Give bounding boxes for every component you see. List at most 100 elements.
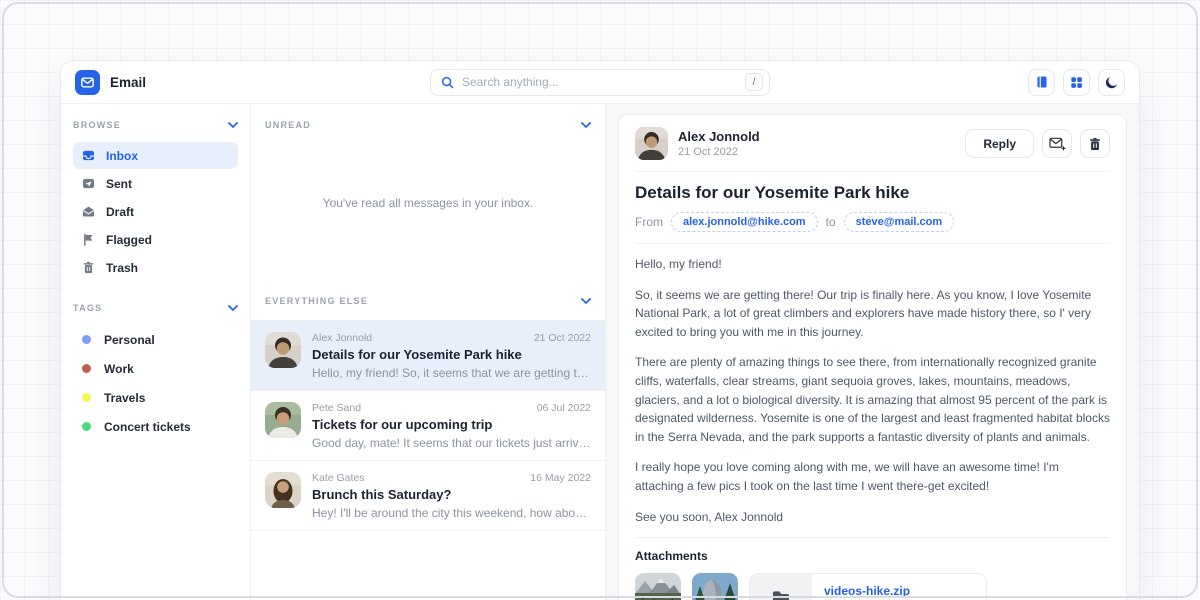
email-detail-card: Alex Jonnold 21 Oct 2022 Reply [618,114,1127,600]
sidebar-item-draft[interactable]: Draft [73,198,238,225]
attachment-photo-valley[interactable] [635,573,681,600]
mail-preview: Good day, mate! It seems that our ticket… [312,436,591,450]
mail-subject: Tickets for our upcoming trip [312,417,591,432]
mail-list-item-alex[interactable]: Alex Jonnold 21 Oct 2022 Details for our… [251,320,605,390]
tag-list: Personal Work Travels Concert tickets [73,327,238,439]
email-body-paragraph: Hello, my friend! [635,255,1110,274]
mail-items: Alex Jonnold 21 Oct 2022 Details for our… [251,320,605,531]
notebook-icon [1035,75,1049,89]
topbar: Email / [61,61,1139,104]
sidebar-item-label: Flagged [106,233,152,247]
tag-item-work[interactable]: Work [73,356,238,381]
trash-icon [82,261,95,274]
envelope-plus-icon [1049,136,1066,151]
to-email-chip[interactable]: steve@mail.com [844,212,955,232]
tags-label: TAGS [73,303,102,313]
forward-mail-button[interactable] [1042,129,1072,158]
sidebar-item-inbox[interactable]: Inbox [73,142,238,169]
detail-actions: Reply [965,129,1110,158]
everything-else-label: EVERYTHING ELSE [265,296,368,306]
mail-subject: Brunch this Saturday? [312,487,591,502]
unread-label: UNREAD [265,120,311,130]
topbar-actions [925,69,1125,96]
tag-dot [82,335,91,344]
sidebar-item-label: Draft [106,205,134,219]
attachment-file-name[interactable]: videos-hike.zip [824,584,910,598]
search-bar[interactable]: / [430,69,770,96]
mail-list-item-pete[interactable]: Pete Sand 06 Jul 2022 Tickets for our up… [251,390,605,460]
chevron-down-icon[interactable] [228,305,238,311]
flag-icon [82,233,95,246]
divider [635,537,1110,538]
tags-section-header: TAGS [73,303,238,313]
tag-dot [82,364,91,373]
grid-icon [1070,76,1083,89]
sidebar-item-trash[interactable]: Trash [73,254,238,281]
divider [635,171,1110,172]
avatar [265,332,301,368]
brand: Email [75,70,275,95]
detail-sender-name: Alex Jonnold [678,129,760,144]
avatar [635,127,668,160]
tag-item-personal[interactable]: Personal [73,327,238,352]
email-body-paragraph: I really hope you love coming along with… [635,458,1110,495]
notebook-button[interactable] [1028,69,1055,96]
browse-section-header: BROWSE [73,120,238,130]
mail-list-item-kate[interactable]: Kate Gates 16 May 2022 Brunch this Satur… [251,460,605,531]
unread-section-header: UNREAD [251,104,605,130]
search-shortcut-badge: / [745,73,763,91]
tag-dot [82,393,91,402]
mail-sender: Kate Gates [312,472,365,484]
from-email-chip[interactable]: alex.jonnold@hike.com [671,212,818,232]
email-logo-icon [75,70,100,95]
email-body-paragraph: See you soon, Alex Jonnold [635,508,1110,527]
reply-button[interactable]: Reply [965,129,1034,158]
attachment-file-card[interactable]: videos-hike.zip 100 MB [749,573,987,600]
tag-label: Work [104,362,134,376]
browse-nav: Inbox Sent [73,142,238,281]
tag-label: Travels [104,391,145,405]
sidebar-item-flagged[interactable]: Flagged [73,226,238,253]
unread-empty-state: You've read all messages in your inbox. [251,196,605,210]
search-input[interactable] [462,75,737,89]
avatar [265,402,301,438]
mail-subject: Details for our Yosemite Park hike [312,347,591,362]
attachments-label: Attachments [635,549,1110,563]
folder-icon [770,587,792,600]
divider [635,243,1110,244]
everything-else-section-header: EVERYTHING ELSE [251,280,605,306]
avatar [265,472,301,508]
mail-sender: Pete Sand [312,402,361,414]
chevron-down-icon[interactable] [581,122,591,128]
app-title: Email [110,75,146,90]
apps-grid-button[interactable] [1063,69,1090,96]
chevron-down-icon[interactable] [581,298,591,304]
tag-label: Concert tickets [104,420,191,434]
from-label: From [635,215,663,229]
email-body-paragraph: So, it seems we are getting there! Our t… [635,286,1110,342]
dark-mode-button[interactable] [1098,69,1125,96]
mail-date: 06 Jul 2022 [537,402,591,414]
tag-dot [82,422,91,431]
reading-pane: Alex Jonnold 21 Oct 2022 Reply [606,104,1139,600]
detail-date: 21 Oct 2022 [678,146,760,158]
attachment-photo-half-dome[interactable] [692,573,738,600]
email-subject: Details for our Yosemite Park hike [635,183,1110,203]
draft-icon [82,205,95,218]
mail-list-column: UNREAD You've read all messages in your … [251,104,606,600]
sidebar: BROWSE Inbox [61,104,251,600]
delete-button[interactable] [1080,129,1110,158]
sidebar-item-sent[interactable]: Sent [73,170,238,197]
mail-preview: Hey! I'll be around the city this weeken… [312,506,591,520]
email-detail-header: Alex Jonnold 21 Oct 2022 Reply [635,127,1110,160]
to-label: to [826,215,836,229]
email-body: Hello, my friend! So, it seems we are ge… [635,255,1110,526]
mail-sender: Alex Jonnold [312,332,372,344]
attachments-row: videos-hike.zip 100 MB [635,573,1110,600]
tag-item-travels[interactable]: Travels [73,385,238,410]
tag-item-concert-tickets[interactable]: Concert tickets [73,414,238,439]
mail-date: 21 Oct 2022 [534,332,591,344]
sent-icon [82,177,95,190]
chevron-down-icon[interactable] [228,122,238,128]
tag-label: Personal [104,333,155,347]
